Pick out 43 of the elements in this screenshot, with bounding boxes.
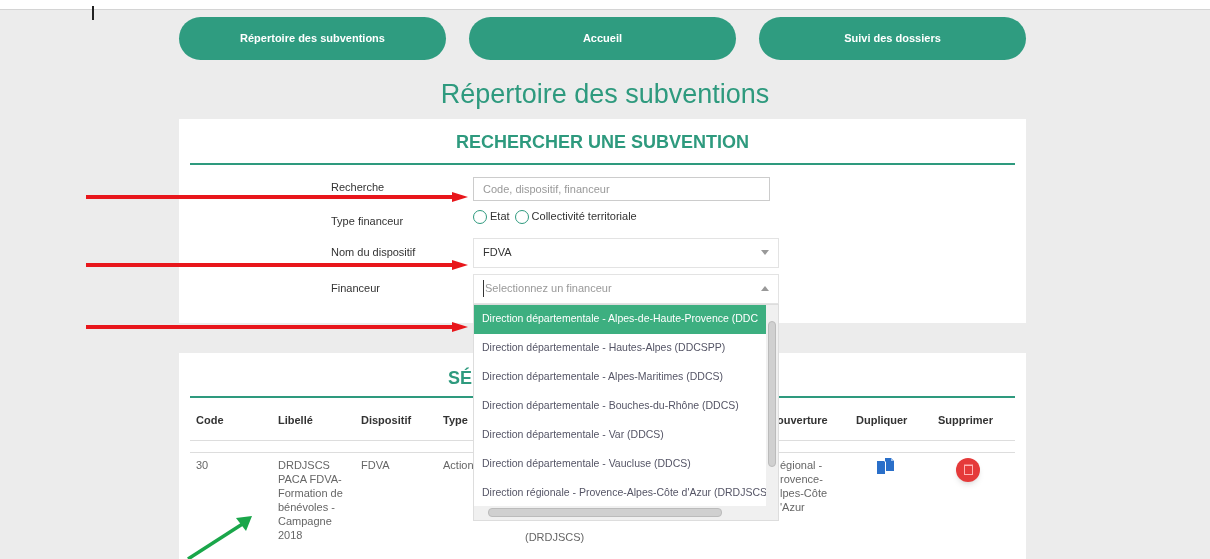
section-heading: SÉ [448, 367, 472, 388]
text-cursor-icon [92, 6, 94, 20]
table-cell: rovence- [780, 471, 823, 486]
column-header: Code [196, 414, 224, 426]
column-header: Dispositif [361, 414, 412, 426]
table-cell-text: DRDJSCS PACA FDVA-Formation de bénévoles - Campagne 2018 [278, 457, 344, 542]
horizontal-scrollbar[interactable] [474, 505, 778, 520]
column-header: Libellé [278, 414, 313, 426]
table-cell: 30 [196, 458, 209, 471]
field-label: Type financeur [331, 214, 404, 227]
field-label: Recherche [331, 180, 385, 193]
duplicate-icon[interactable] [876, 457, 894, 474]
delete-button[interactable] [956, 457, 980, 482]
table-cell: (DRDJSCS) [525, 529, 585, 544]
dropdown-option[interactable]: Direction régionale - Provence-Alpes-Côte d'Azur (DRDJSCS [474, 478, 766, 506]
radio-option[interactable]: Collectivité territoriale [514, 208, 637, 225]
table-cell: lpes-Côte [780, 485, 828, 500]
select-value: FDVA [483, 245, 512, 261]
column-header: Supprimer [938, 414, 993, 426]
page-title: Répertoire des subventions [440, 79, 770, 109]
dropdown-option[interactable]: Direction départementale - Bouches-du-Rhône (DDCS) [474, 391, 766, 421]
dropdown-option[interactable]: Direction départementale - Alpes-Maritimes (DDCS) [474, 362, 766, 392]
trash-icon [963, 464, 973, 475]
table-cell: 'Azur [780, 499, 805, 514]
column-header: ouverture [777, 414, 828, 426]
dropdown-option[interactable]: Direction départementale - Vaucluse (DDCS) [474, 449, 766, 479]
table-cell: FDVA [361, 458, 390, 471]
column-header: Dupliquer [856, 414, 908, 426]
caret-down-icon [761, 250, 769, 255]
column-header: Type [443, 414, 468, 426]
select-field[interactable]: FDVA [473, 237, 779, 268]
section-heading: RECHERCHER UNE SUBVENTION [456, 131, 749, 152]
table-cell: égional - [780, 457, 823, 472]
vertical-scrollbar[interactable] [766, 304, 778, 506]
table-cell: Action [443, 458, 474, 471]
select-placeholder: Selectionnez un financeur [483, 280, 612, 297]
field-label: Nom du dispositif [331, 245, 416, 258]
field-label: Financeur [331, 281, 380, 294]
search-field[interactable]: Code, dispositif, financeur [473, 176, 770, 201]
caret-up-icon [761, 286, 769, 291]
dropdown-option[interactable]: Direction départementale - Var (DDCS) [474, 420, 766, 450]
radio-option[interactable]: Etat [473, 208, 510, 225]
dropdown-option[interactable]: Direction départementale - Hautes-Alpes (DDCSPP) [474, 333, 766, 363]
